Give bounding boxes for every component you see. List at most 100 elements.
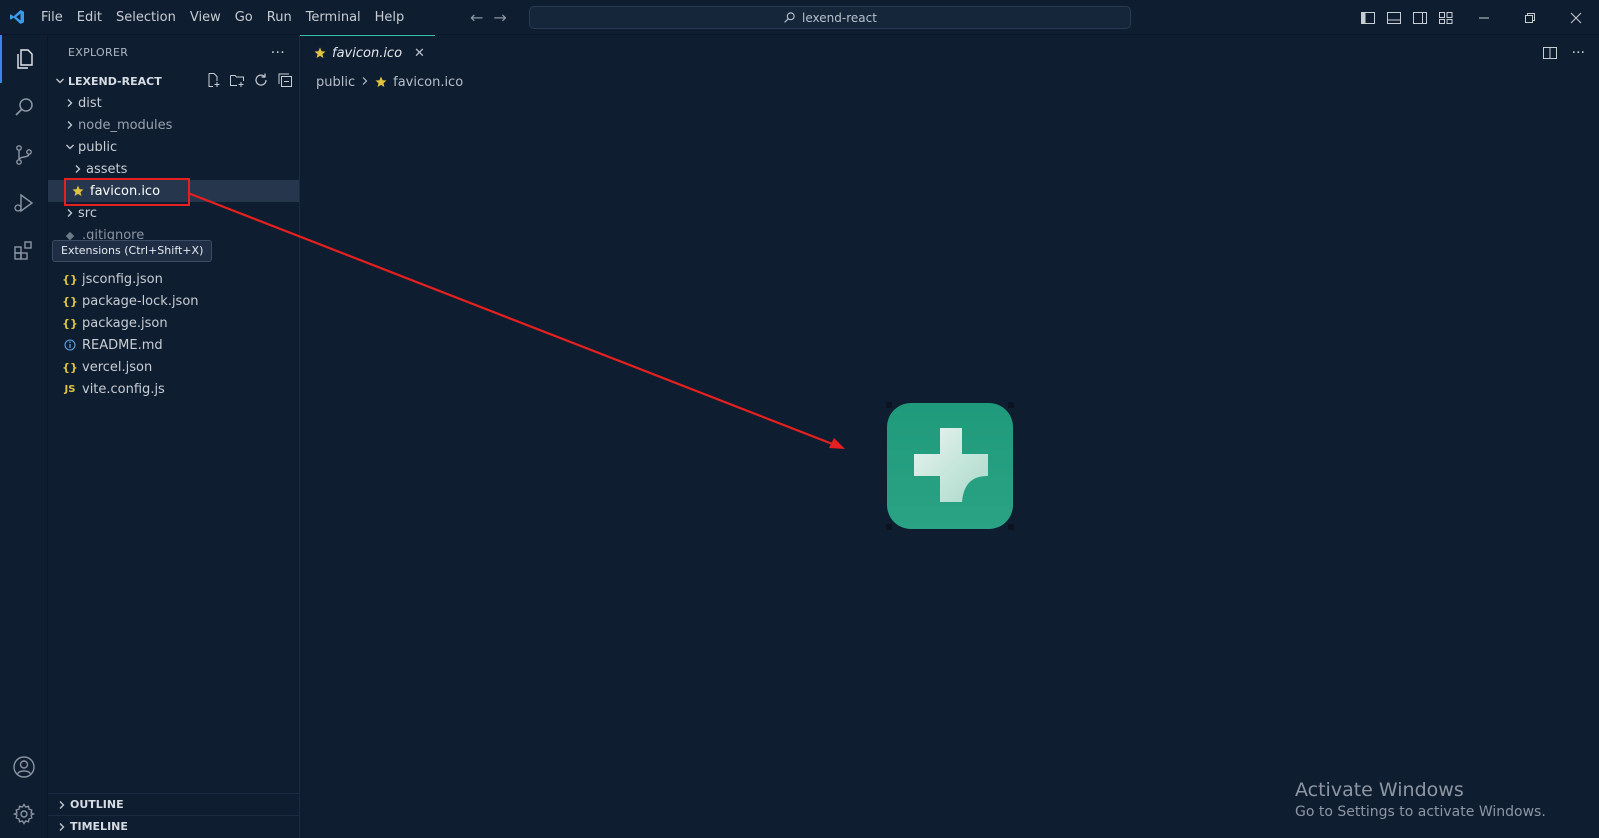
- window-controls: [1461, 0, 1599, 35]
- tree-item-package-lock[interactable]: {} package-lock.json: [48, 290, 299, 312]
- menu-help[interactable]: Help: [368, 0, 412, 35]
- tab-label: favicon.ico: [332, 45, 403, 61]
- new-file-icon[interactable]: [205, 72, 221, 88]
- workspace-folder-header[interactable]: LEXEND-REACT: [48, 70, 299, 92]
- navigation-arrows: ← →: [470, 0, 507, 35]
- split-editor-icon[interactable]: [1542, 45, 1558, 61]
- explorer-icon[interactable]: [0, 35, 48, 83]
- chevron-right-icon: [70, 164, 86, 174]
- more-actions-icon[interactable]: ···: [1572, 45, 1585, 61]
- account-icon[interactable]: [0, 743, 48, 791]
- tree-item-node-modules[interactable]: node_modules: [48, 114, 299, 136]
- vscode-window: File Edit Selection View Go Run Terminal…: [0, 0, 1599, 838]
- chevron-right-icon: [62, 120, 78, 130]
- search-icon[interactable]: [0, 83, 48, 131]
- tree-item-label: node_modules: [78, 117, 173, 133]
- menu-edit[interactable]: Edit: [70, 0, 109, 35]
- menu-go[interactable]: Go: [228, 0, 260, 35]
- breadcrumb: public favicon.ico: [316, 71, 463, 93]
- close-tab-icon[interactable]: ✕: [414, 46, 425, 61]
- collapse-all-icon[interactable]: [277, 72, 293, 88]
- annotation-highlight-box: [64, 178, 190, 206]
- editor-actions: ···: [1542, 35, 1585, 70]
- settings-gear-icon[interactable]: [0, 790, 48, 838]
- workspace-folder-name: LEXEND-REACT: [68, 74, 162, 88]
- minimize-icon[interactable]: [1461, 0, 1507, 35]
- json-file-icon: {}: [62, 316, 78, 330]
- tree-item-label: dist: [78, 95, 102, 111]
- search-icon: [784, 12, 795, 23]
- breadcrumb-item-favicon[interactable]: favicon.ico: [393, 75, 463, 90]
- tree-item-label: README.md: [82, 337, 163, 353]
- menu-terminal[interactable]: Terminal: [299, 0, 368, 35]
- tree-item-package-json[interactable]: {} package.json: [48, 312, 299, 334]
- tree-item-assets[interactable]: assets: [48, 158, 299, 180]
- restore-icon[interactable]: [1507, 0, 1553, 35]
- layout-controls: [1360, 0, 1454, 35]
- extensions-tooltip: Extensions (Ctrl+Shift+X): [52, 240, 213, 262]
- outline-section[interactable]: OUTLINE: [48, 793, 300, 815]
- tree-item-dist[interactable]: dist: [48, 92, 299, 114]
- chevron-right-icon: [62, 208, 78, 218]
- command-center-search[interactable]: lexend-react: [529, 6, 1131, 29]
- tree-item-vercel[interactable]: {} vercel.json: [48, 356, 299, 378]
- forward-arrow-icon[interactable]: →: [493, 8, 506, 27]
- tree-item-label: public: [78, 139, 118, 155]
- tab-favicon[interactable]: favicon.ico ✕: [300, 35, 435, 70]
- js-file-icon: JS: [64, 383, 76, 395]
- new-folder-icon[interactable]: [229, 72, 245, 88]
- watermark-subtitle: Go to Settings to activate Windows.: [1295, 804, 1546, 820]
- more-actions-icon[interactable]: ···: [271, 45, 285, 61]
- info-icon: [62, 339, 78, 351]
- menu-run[interactable]: Run: [260, 0, 299, 35]
- tree-item-readme[interactable]: README.md: [48, 334, 299, 356]
- tree-item-label: assets: [86, 161, 128, 177]
- chevron-right-icon: [62, 98, 78, 108]
- editor-tabs: favicon.ico ✕ ···: [300, 35, 1599, 70]
- refresh-icon[interactable]: [253, 72, 269, 88]
- toggle-primary-sidebar-icon[interactable]: [1360, 10, 1376, 26]
- tree-item-label: src: [78, 205, 97, 221]
- explorer-header: EXPLORER ···: [48, 35, 299, 70]
- tree-item-label: package-lock.json: [82, 293, 199, 309]
- breadcrumb-item-public[interactable]: public: [316, 75, 355, 90]
- extensions-icon[interactable]: [0, 227, 48, 275]
- menu-view[interactable]: View: [183, 0, 228, 35]
- json-file-icon: {}: [62, 272, 78, 286]
- star-icon: [375, 76, 387, 87]
- back-arrow-icon[interactable]: ←: [470, 8, 483, 27]
- chevron-down-icon: [62, 142, 78, 152]
- activity-bar: [0, 35, 48, 838]
- activate-windows-watermark: Activate Windows Go to Settings to activ…: [1295, 778, 1546, 822]
- vscode-logo-icon: [0, 0, 34, 35]
- run-debug-icon[interactable]: [0, 179, 48, 227]
- json-file-icon: {}: [62, 360, 78, 374]
- tree-item-label: jsconfig.json: [82, 271, 163, 287]
- tree-item-jsconfig[interactable]: {} jsconfig.json: [48, 268, 299, 290]
- source-control-icon[interactable]: [0, 131, 48, 179]
- chevron-right-icon: [361, 75, 369, 90]
- watermark-title: Activate Windows: [1295, 779, 1464, 801]
- outline-label: OUTLINE: [70, 798, 124, 811]
- timeline-section[interactable]: TIMELINE: [48, 815, 300, 837]
- menu-selection[interactable]: Selection: [109, 0, 183, 35]
- menu-bar: File Edit Selection View Go Run Terminal…: [34, 0, 411, 35]
- chevron-right-icon: [54, 822, 70, 832]
- json-file-icon: {}: [62, 294, 78, 308]
- folder-actions: [205, 72, 293, 88]
- explorer-title: EXPLORER: [68, 46, 129, 59]
- star-icon: [314, 47, 326, 58]
- close-icon[interactable]: [1553, 0, 1599, 35]
- tree-item-vite-config[interactable]: JS vite.config.js: [48, 378, 299, 400]
- tree-item-label: package.json: [82, 315, 168, 331]
- chevron-right-icon: [54, 800, 70, 810]
- title-bar: File Edit Selection View Go Run Terminal…: [0, 0, 1599, 35]
- customize-layout-icon[interactable]: [1438, 10, 1454, 26]
- toggle-secondary-sidebar-icon[interactable]: [1412, 10, 1428, 26]
- chevron-down-icon: [52, 76, 68, 86]
- tree-item-public[interactable]: public: [48, 136, 299, 158]
- favicon-image-preview: [886, 402, 1014, 530]
- toggle-panel-icon[interactable]: [1386, 10, 1402, 26]
- tree-item-label: vite.config.js: [82, 381, 165, 397]
- menu-file[interactable]: File: [34, 0, 70, 35]
